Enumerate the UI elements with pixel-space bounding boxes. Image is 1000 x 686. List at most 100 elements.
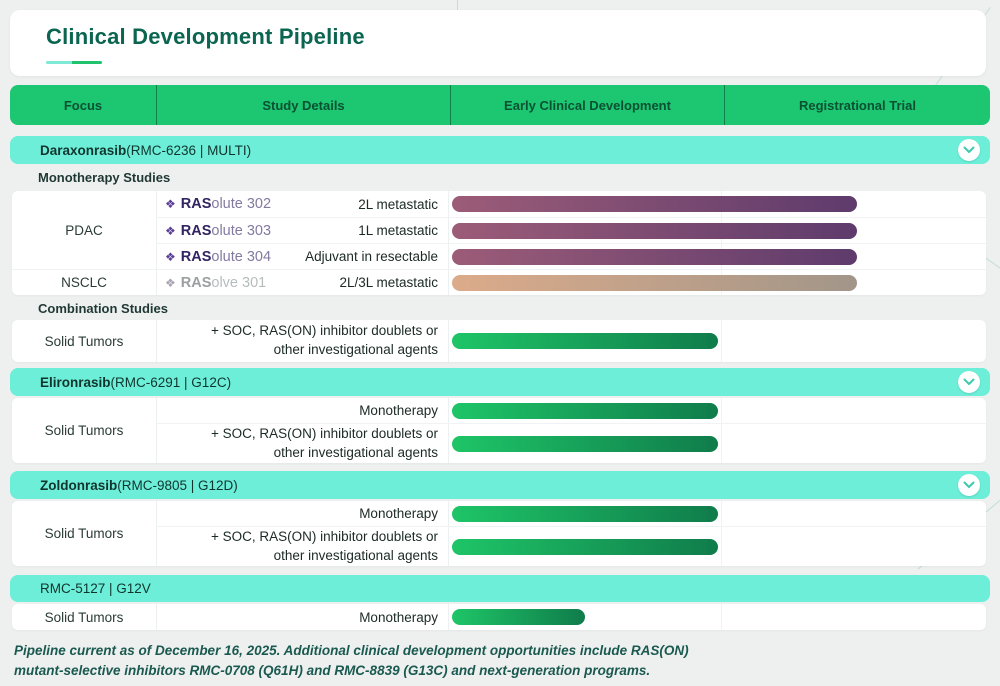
column-gridline [721,398,722,423]
focus-nsclc: NSCLC [12,269,156,295]
progress-bar [452,275,857,291]
page-title: Clinical Development Pipeline [46,24,986,50]
study-setting: 2L/3L metastatic [339,275,438,290]
study-cell: ❖ RASolute 302 2L metastatic [157,191,449,217]
bar-cell [449,604,986,630]
study-cell: + SOC, RAS(ON) inhibitor doublets or oth… [157,424,449,463]
table-row: ❖ RASolute 303 1L metastatic [157,217,986,243]
table-row: + SOC, RAS(ON) inhibitor doublets or oth… [157,320,986,362]
column-header-early-clinical-development: Early Clinical Development [450,85,724,125]
chevron-down-icon [963,378,975,386]
underline-green-segment [72,61,102,64]
table-row: Monotherapy [157,604,986,630]
bar-cell [449,501,986,526]
rmc-5127-table: Solid Tumors Monotherapy [12,604,986,630]
column-gridline [721,424,722,463]
bar-cell [449,270,986,295]
focus-column: Solid Tumors [12,320,157,362]
progress-bar [452,196,857,212]
study-name: ❖ RASolute 302 [165,196,271,212]
group-label-monotherapy-studies: Monotherapy Studies [38,170,170,185]
focus-solid-tumors: Solid Tumors [12,501,156,566]
study-setting-line1: + SOC, RAS(ON) inhibitor doublets or [211,528,438,547]
progress-bar [452,249,857,265]
table-row: ❖ RASolute 302 2L metastatic [157,191,986,217]
study-cell: Monotherapy [157,604,449,630]
study-setting-line2: other investigational agents [274,444,438,463]
ras-diamond-icon: ❖ [165,198,176,210]
program-name: Zoldonrasib [40,478,117,493]
progress-bar [452,436,718,452]
study-setting-line2: other investigational agents [274,341,438,360]
group-label-combination-studies: Combination Studies [38,301,168,316]
bar-cell [449,244,986,269]
column-gridline [721,604,722,630]
table-row: ❖ RASolve 301 2L/3L metastatic [157,269,986,295]
bar-cell [449,191,986,217]
progress-bar [452,609,585,625]
progress-bar [452,403,718,419]
collapse-button[interactable] [958,371,980,393]
study-name: ❖ RASolve 301 [165,275,266,291]
focus-column: PDAC NSCLC [12,191,157,295]
column-gridline [721,320,722,362]
column-header-bar: Focus Study Details Early Clinical Devel… [10,85,990,125]
study-setting-line1: + SOC, RAS(ON) inhibitor doublets or [211,322,438,341]
monotherapy-studies-table: PDAC NSCLC ❖ RASolute 302 2L metastatic … [12,191,986,295]
progress-bar [452,333,718,349]
study-cell: ❖ RASolute 304 Adjuvant in resectable [157,244,449,269]
combination-studies-table: Solid Tumors + SOC, RAS(ON) inhibitor do… [12,320,986,362]
chevron-down-icon [963,146,975,154]
bar-cell [449,398,986,423]
focus-solid-tumors: Solid Tumors [12,320,156,362]
section-band-rmc-5127[interactable]: RMC-5127 | G12V [10,575,990,602]
chevron-down-icon [963,481,975,489]
progress-bar [452,539,718,555]
section-band-elironrasib[interactable]: Elironrasib (RMC-6291 | G12C) [10,368,990,396]
collapse-button[interactable] [958,474,980,496]
study-setting: 1L metastatic [358,223,438,238]
study-setting: Adjuvant in resectable [305,249,438,264]
study-cell: ❖ RASolute 303 1L metastatic [157,218,449,243]
study-rows: ❖ RASolute 302 2L metastatic ❖ RASolute … [157,191,986,295]
study-setting: Monotherapy [359,403,438,418]
study-cell: Monotherapy [157,501,449,526]
table-row: Monotherapy [157,398,986,423]
table-row: ❖ RASolute 304 Adjuvant in resectable [157,243,986,269]
progress-bar [452,506,718,522]
study-rows: + SOC, RAS(ON) inhibitor doublets or oth… [157,320,986,362]
bar-cell [449,320,986,362]
ras-diamond-icon: ❖ [165,251,176,263]
column-gridline [721,527,722,566]
bar-cell [449,527,986,566]
program-code: RMC-5127 | G12V [40,581,151,596]
program-name: Elironrasib [40,375,111,390]
study-name: ❖ RASolute 303 [165,223,271,239]
ras-diamond-icon: ❖ [165,277,176,289]
zoldonrasib-table: Solid Tumors Monotherapy + SOC, RAS(ON) … [12,501,986,566]
focus-column: Solid Tumors [12,604,157,630]
study-setting-line2: other investigational agents [274,547,438,566]
column-gridline [721,501,722,526]
program-code: (RMC-9805 | G12D) [117,478,238,493]
study-rows: Monotherapy + SOC, RAS(ON) inhibitor dou… [157,501,986,566]
program-name: Daraxonrasib [40,143,126,158]
table-row: Monotherapy [157,501,986,526]
focus-pdac: PDAC [12,191,156,269]
title-underline [46,61,102,64]
collapse-button[interactable] [958,139,980,161]
program-code: (RMC-6291 | G12C) [111,375,232,390]
section-band-daraxonrasib[interactable]: Daraxonrasib (RMC-6236 | MULTI) [10,136,990,164]
study-cell: Monotherapy [157,398,449,423]
study-setting: Monotherapy [359,610,438,625]
ras-diamond-icon: ❖ [165,225,176,237]
progress-bar [452,223,857,239]
column-header-registrational-trial: Registrational Trial [724,85,990,125]
focus-column: Solid Tumors [12,501,157,566]
study-cell: + SOC, RAS(ON) inhibitor doublets or oth… [157,527,449,566]
column-header-study-details: Study Details [156,85,450,125]
study-cell: ❖ RASolve 301 2L/3L metastatic [157,270,449,295]
bar-cell [449,424,986,463]
section-band-zoldonrasib[interactable]: Zoldonrasib (RMC-9805 | G12D) [10,471,990,499]
study-setting: Monotherapy [359,506,438,521]
